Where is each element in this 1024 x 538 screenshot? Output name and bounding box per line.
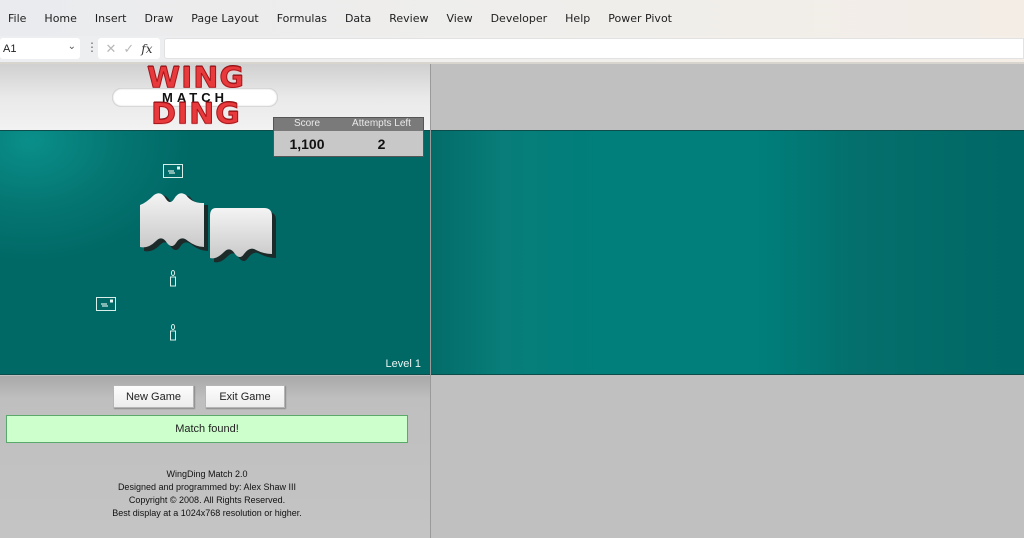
- attempts-left-value: 2: [377, 136, 386, 152]
- credits: WingDing Match 2.0 Designed and programm…: [80, 468, 334, 520]
- tab-file[interactable]: File: [8, 12, 26, 25]
- formula-actions: ✕ ✓ fx: [98, 38, 160, 59]
- level-indicator: Level 1: [385, 358, 421, 370]
- more-options-icon[interactable]: ⋮: [86, 40, 98, 54]
- envelope-icon[interactable]: [163, 164, 183, 179]
- envelope-icon[interactable]: [96, 297, 116, 312]
- name-box[interactable]: A1 ⌄: [0, 38, 80, 59]
- tab-developer[interactable]: Developer: [491, 12, 548, 25]
- tab-page-layout[interactable]: Page Layout: [191, 12, 259, 25]
- enter-icon[interactable]: ✓: [123, 41, 134, 57]
- new-game-button[interactable]: New Game: [113, 385, 194, 408]
- credits-copyright: Copyright © 2008. All Rights Reserved.: [128, 495, 286, 505]
- chevron-down-icon[interactable]: ⌄: [68, 41, 76, 52]
- tab-review[interactable]: Review: [389, 12, 428, 25]
- formula-bar: A1 ⌄ ⋮ ✕ ✓ fx: [0, 36, 1024, 62]
- credits-title: WingDing Match 2.0: [166, 469, 248, 479]
- tab-help[interactable]: Help: [565, 12, 590, 25]
- score-value: 1,100: [289, 136, 325, 152]
- logo-ding-text: DING: [151, 97, 241, 132]
- column-divider: [430, 64, 431, 538]
- credits-author: Designed and programmed by: Alex Shaw II…: [117, 482, 297, 492]
- insert-function-icon[interactable]: fx: [141, 42, 152, 56]
- tab-home[interactable]: Home: [44, 12, 76, 25]
- tab-data[interactable]: Data: [345, 12, 371, 25]
- tab-view[interactable]: View: [446, 12, 472, 25]
- tab-draw[interactable]: Draw: [144, 12, 173, 25]
- card-face-down[interactable]: [208, 208, 278, 270]
- credits-display-note: Best display at a 1024x768 resolution or…: [112, 508, 302, 518]
- card-face-down[interactable]: [138, 191, 210, 257]
- name-box-value: A1: [3, 42, 17, 55]
- ribbon-menu: File Home Insert Draw Page Layout Formul…: [0, 0, 1024, 36]
- candle-icon[interactable]: [168, 270, 178, 287]
- status-message: Match found!: [6, 415, 408, 443]
- cancel-icon[interactable]: ✕: [105, 41, 116, 57]
- formula-input[interactable]: [164, 38, 1024, 59]
- candle-icon[interactable]: [168, 324, 178, 341]
- exit-game-button[interactable]: Exit Game: [205, 385, 285, 408]
- tab-formulas[interactable]: Formulas: [277, 12, 327, 25]
- wingding-match-logo: WING MATCH DING: [112, 64, 278, 132]
- attempts-left-label: Attempts Left: [352, 118, 411, 129]
- score-label: Score: [293, 118, 321, 129]
- game-board: Level 1: [0, 130, 431, 375]
- tab-insert[interactable]: Insert: [95, 12, 127, 25]
- scoreboard: Score Attempts Left 1,100 2: [273, 117, 424, 157]
- board-background-extension: [431, 130, 1024, 375]
- tab-power-pivot[interactable]: Power Pivot: [608, 12, 672, 25]
